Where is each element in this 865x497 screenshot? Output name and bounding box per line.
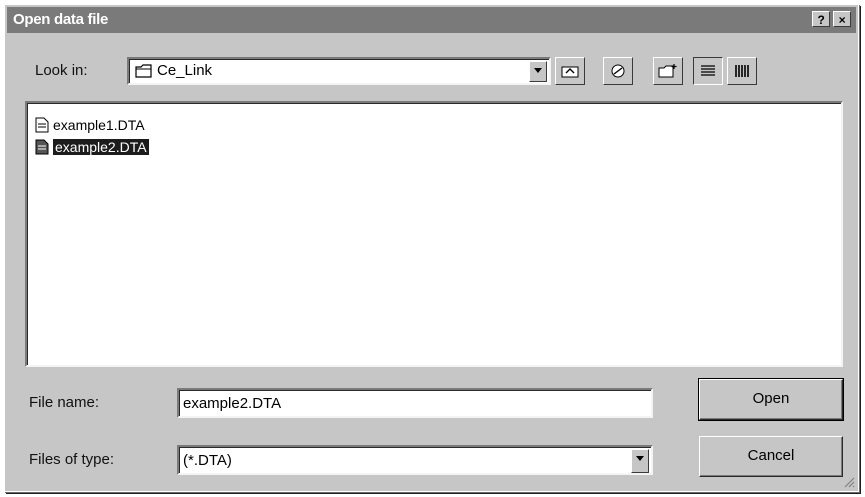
file-type-value: (*.DTA) [183, 452, 232, 469]
desktop-icon [611, 64, 625, 78]
document-icon [35, 139, 49, 155]
help-button[interactable]: ? [812, 11, 830, 27]
list-view-button[interactable] [693, 57, 723, 85]
up-one-level-icon [561, 66, 579, 78]
file-name-text: example2.DTA [53, 139, 149, 155]
resize-grip-icon[interactable] [843, 476, 855, 488]
up-one-level-button[interactable] [555, 57, 585, 85]
look-in-value: Ce_Link [157, 62, 213, 79]
window-title: Open data file [13, 11, 108, 28]
folder-icon [135, 64, 152, 78]
look-in-label: Look in: [35, 62, 88, 79]
file-type-dropdown-arrow[interactable] [631, 449, 649, 473]
file-name-input[interactable]: example2.DTA [177, 388, 653, 418]
file-type-combobox[interactable]: (*.DTA) [177, 445, 653, 475]
file-name-label: File name: [29, 394, 100, 411]
chevron-down-icon [636, 456, 644, 461]
file-list[interactable]: example1.DTA example2.DTA [25, 101, 843, 367]
file-type-label: Files of type: [29, 451, 115, 468]
close-button[interactable]: × [833, 11, 851, 27]
file-name-value: example2.DTA [183, 395, 282, 412]
look-in-combobox[interactable]: Ce_Link [127, 57, 551, 85]
list-view-icon [701, 65, 715, 76]
open-button[interactable]: Open [698, 378, 844, 421]
file-name-text: example1.DTA [53, 117, 145, 133]
new-folder-button[interactable] [653, 57, 683, 85]
new-folder-icon [658, 64, 677, 78]
chevron-down-icon [534, 68, 542, 73]
file-item-example2[interactable]: example2.DTA [35, 137, 149, 157]
title-bar[interactable]: Open data file ? × [7, 7, 856, 33]
look-in-dropdown-arrow[interactable] [529, 61, 547, 82]
file-item-example1[interactable]: example1.DTA [35, 115, 145, 135]
details-view-button[interactable] [727, 57, 757, 85]
open-file-dialog: Open data file ? × Look in: Ce_Link exam… [4, 4, 859, 492]
details-view-icon [735, 65, 749, 77]
cancel-button[interactable]: Cancel [699, 436, 843, 477]
document-icon [35, 117, 49, 133]
desktop-button[interactable] [603, 57, 633, 85]
